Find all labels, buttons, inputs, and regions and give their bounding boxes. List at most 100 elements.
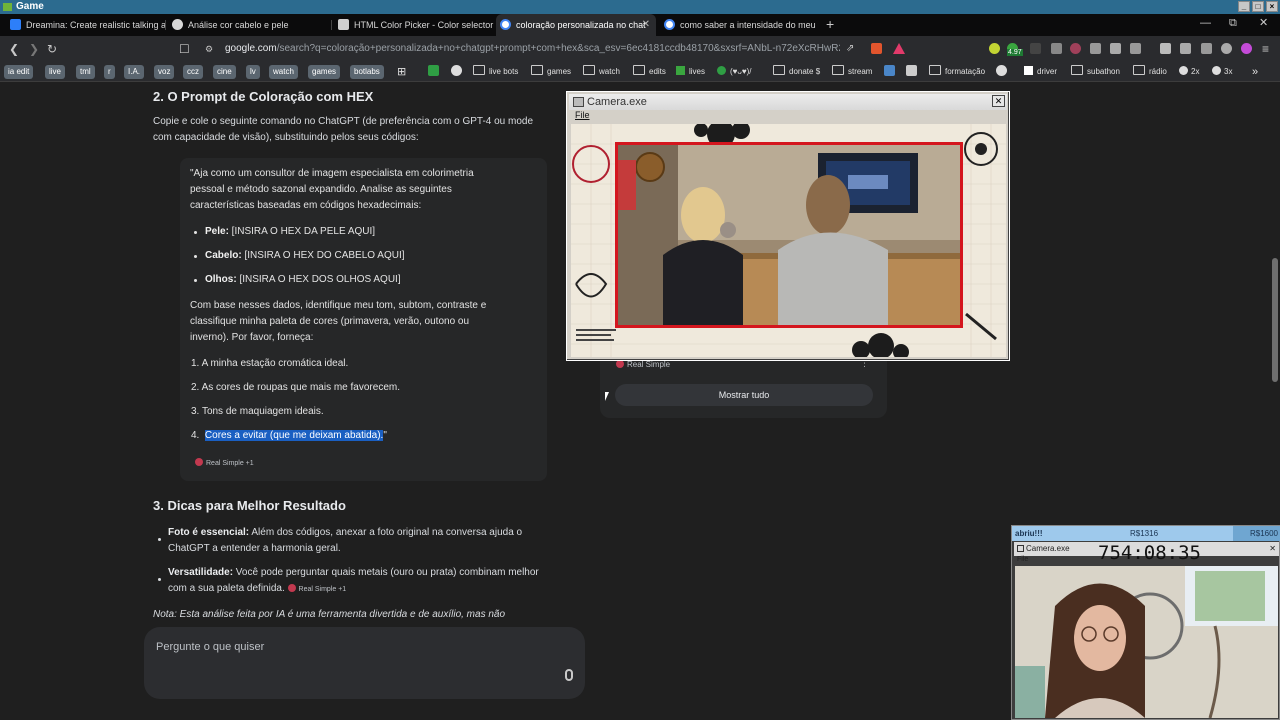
source-chip[interactable]: Real Simple +1 bbox=[195, 458, 254, 469]
bookmark-3x[interactable]: 3x bbox=[1212, 65, 1232, 79]
bookmark-lives[interactable]: lives bbox=[676, 65, 705, 79]
extension-icon[interactable] bbox=[1030, 43, 1041, 54]
close-window-button[interactable]: × bbox=[1266, 1, 1278, 12]
tab-close-icon[interactable]: ✕ bbox=[1259, 14, 1268, 32]
bookmark-white-icon[interactable] bbox=[451, 65, 462, 76]
tab-restore-icon[interactable]: ⧉ bbox=[1229, 14, 1237, 32]
bookmark-icon[interactable]: ☐ bbox=[179, 41, 190, 57]
bookmark-blue-icon[interactable] bbox=[884, 65, 895, 76]
real-simple-icon bbox=[195, 458, 203, 466]
list-item-cabelo: Cabelo: [INSIRA O HEX DO CABELO AQUI] bbox=[205, 250, 405, 261]
folder-edits[interactable]: edits bbox=[633, 65, 666, 79]
url-input[interactable]: google.com/search?q=coloração+personaliz… bbox=[225, 40, 840, 58]
bookmark-circle-icon[interactable] bbox=[996, 65, 1007, 76]
folder-subathon[interactable]: subathon bbox=[1071, 65, 1120, 79]
extension-lime-icon[interactable] bbox=[989, 43, 1000, 54]
tab-coloracao[interactable]: coloração personalizada no chat ✕ bbox=[496, 14, 656, 36]
reload-icon[interactable]: ↻ bbox=[47, 41, 57, 57]
tab-analise[interactable]: Análise cor cabelo e pele bbox=[168, 14, 332, 36]
menu-icon[interactable]: ≡ bbox=[1262, 41, 1269, 57]
tab-minimize-icon[interactable]: — bbox=[1200, 14, 1211, 32]
list-item-pele: Pele: [INSIRA O HEX DA PELE AQUI] bbox=[205, 226, 376, 237]
brave-shield-icon[interactable] bbox=[871, 43, 882, 54]
courtroom-video bbox=[615, 142, 963, 328]
bookmark-2x[interactable]: 2x bbox=[1179, 65, 1199, 79]
overlay-file-menu: File bbox=[1017, 556, 1029, 563]
camera-app-icon bbox=[573, 97, 584, 107]
bookmark-ia-edit[interactable]: ia edit bbox=[4, 65, 34, 79]
bookmark-cine[interactable]: cine bbox=[213, 65, 236, 79]
folder-watch[interactable]: watch bbox=[583, 65, 620, 79]
bookmark-voz[interactable]: voz bbox=[154, 65, 175, 79]
bookmark-gray-icon[interactable] bbox=[906, 65, 917, 76]
maximize-button[interactable]: □ bbox=[1252, 1, 1264, 12]
folder-radio[interactable]: rádio bbox=[1133, 65, 1167, 79]
leo-ai-icon[interactable] bbox=[1241, 43, 1252, 54]
extension-icon[interactable] bbox=[1130, 43, 1141, 54]
extension-icon[interactable] bbox=[1090, 43, 1101, 54]
extensions-puzzle-icon[interactable] bbox=[1110, 43, 1121, 54]
url-path: /search?q=coloração+personalizada+no+cha… bbox=[276, 43, 840, 54]
numbered-item-2: 2. As cores de roupas que mais me favore… bbox=[191, 382, 400, 393]
apps-grid-icon[interactable]: ⊞ bbox=[397, 65, 406, 79]
share-icon[interactable]: ⇗ bbox=[846, 41, 854, 57]
extension-icon[interactable] bbox=[1070, 43, 1081, 54]
source-chip[interactable]: Real Simple +1 bbox=[287, 584, 346, 595]
bookmark-ccz[interactable]: ccz bbox=[183, 65, 203, 79]
tip-versatilidade: Versatilidade: Você pode perguntar quais… bbox=[168, 567, 539, 578]
show-all-button[interactable]: Mostrar tudo bbox=[615, 384, 873, 406]
source-item[interactable]: Real Simple bbox=[616, 360, 670, 370]
camera-close-button[interactable]: ✕ bbox=[992, 95, 1005, 107]
rewards-icon[interactable] bbox=[893, 43, 905, 54]
window-title: Game bbox=[16, 1, 44, 12]
tab-label: como saber a intensidade do meu su bbox=[680, 20, 818, 30]
google-icon bbox=[500, 19, 511, 30]
courtroom-scene bbox=[618, 145, 960, 325]
bookmark-tml[interactable]: tml bbox=[76, 65, 95, 79]
tab-dreamina[interactable]: Dreamina: Create realistic talking ava bbox=[6, 14, 166, 36]
bookmark-watch[interactable]: watch bbox=[269, 65, 298, 79]
close-tab-icon[interactable]: ✕ bbox=[642, 14, 650, 36]
tab-color-picker[interactable]: HTML Color Picker - Color selector bbox=[334, 14, 494, 36]
bookmark-lv[interactable]: lv bbox=[246, 65, 260, 79]
chatgpt-icon bbox=[172, 19, 183, 30]
bookmark-r[interactable]: r bbox=[104, 65, 115, 79]
selected-text[interactable]: Cores a evitar (que me deixam abatida). bbox=[204, 430, 384, 441]
extension-icon[interactable] bbox=[1051, 43, 1062, 54]
app-icon bbox=[3, 3, 12, 11]
folder-stream[interactable]: stream bbox=[832, 65, 872, 79]
folder-games[interactable]: games bbox=[531, 65, 571, 79]
site-info-icon[interactable]: ⚙ bbox=[205, 41, 213, 57]
folder-donate[interactable]: donate $ bbox=[773, 65, 820, 79]
camera-file-menu[interactable]: File bbox=[575, 110, 590, 120]
bookmark-driver[interactable]: driver bbox=[1024, 65, 1057, 79]
camera-window: Camera.exe ✕ File bbox=[566, 91, 1010, 361]
microphone-icon[interactable] bbox=[565, 669, 573, 681]
more-bookmarks-icon[interactable]: » bbox=[1252, 65, 1258, 79]
folder-formatacao[interactable]: formatação bbox=[929, 65, 985, 79]
camera-window-titlebar[interactable]: Camera.exe bbox=[569, 94, 1007, 110]
new-tab-button[interactable]: + bbox=[826, 14, 834, 34]
bookmark-botlabs[interactable]: botlabs bbox=[350, 65, 384, 79]
bookmark-kaomoji[interactable]: (♥ᴗ♥)/ bbox=[717, 65, 752, 79]
extension-icon[interactable] bbox=[1201, 43, 1212, 54]
vpn-icon[interactable] bbox=[1221, 43, 1232, 54]
bookmark-ia[interactable]: I.A. bbox=[124, 65, 145, 79]
bullet-icon bbox=[194, 231, 197, 234]
bookmark-live[interactable]: live bbox=[45, 65, 66, 79]
sidebar-icon[interactable] bbox=[1160, 43, 1171, 54]
ask-input-box[interactable]: Pergunte o que quiser bbox=[144, 627, 585, 699]
folder-live-bots[interactable]: live bots bbox=[473, 65, 518, 79]
webcam-scene bbox=[1015, 566, 1278, 718]
wallet-icon[interactable] bbox=[1180, 43, 1191, 54]
window-controls: _ □ × bbox=[1238, 1, 1278, 12]
scrollbar-thumb[interactable] bbox=[1272, 258, 1278, 382]
camera-window-title: Camera.exe bbox=[587, 96, 647, 108]
bookmark-green-icon[interactable] bbox=[428, 65, 439, 76]
bookmark-games[interactable]: games bbox=[308, 65, 341, 79]
forward-icon[interactable]: ❯ bbox=[29, 41, 39, 57]
webcam-feed bbox=[1015, 566, 1278, 718]
minimize-button[interactable]: _ bbox=[1238, 1, 1250, 12]
tab-intensidade[interactable]: como saber a intensidade do meu su bbox=[660, 14, 818, 36]
back-icon[interactable]: ❮ bbox=[9, 41, 19, 57]
